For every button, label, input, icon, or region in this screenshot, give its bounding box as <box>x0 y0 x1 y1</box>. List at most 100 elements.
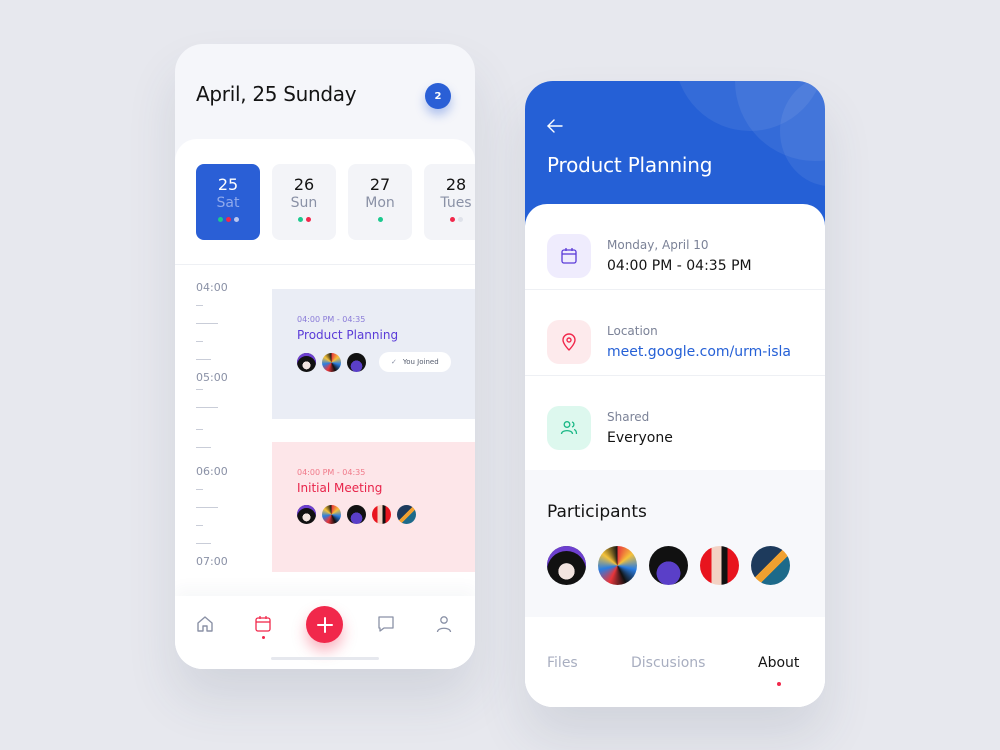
avatar <box>297 352 316 372</box>
tab-files[interactable]: Files <box>547 655 578 671</box>
notification-badge[interactable]: 2 <box>425 83 451 109</box>
plus-icon <box>316 616 333 633</box>
event-dot <box>217 217 223 222</box>
participant-avatars <box>547 546 790 585</box>
event-title: Initial Meeting <box>297 481 383 495</box>
participant-avatar[interactable] <box>547 546 586 585</box>
day-name: Mon <box>365 195 395 211</box>
day-card-25[interactable]: 25 Sat <box>196 164 260 240</box>
tick-mark <box>196 429 203 430</box>
schedule-sheet: 25 Sat 26 Sun 27 Mon 28 Tues 04:00 05:00… <box>175 139 475 669</box>
detail-tabs: Files Discusions About <box>525 617 825 707</box>
time-label: 07:00 <box>196 555 228 568</box>
event-dot <box>377 217 383 222</box>
active-indicator <box>262 636 265 639</box>
tick-mark <box>196 389 203 390</box>
event-card-product-planning[interactable]: 04:00 PM - 04:35 Product Planning ✓ You … <box>272 289 475 419</box>
tick-mark <box>196 507 218 508</box>
event-dot <box>305 217 311 222</box>
day-card-28[interactable]: 28 Tues <box>424 164 475 240</box>
divider <box>175 264 475 265</box>
time-label: 06:00 <box>196 465 228 478</box>
event-details-sheet: Monday, April 10 04:00 PM - 04:35 PM Loc… <box>525 204 825 707</box>
user-icon[interactable] <box>434 614 454 634</box>
shared-value: Everyone <box>607 430 673 446</box>
participant-avatar[interactable] <box>649 546 688 585</box>
joined-status-badge: ✓ You Joined <box>379 352 451 372</box>
event-dot <box>457 217 463 222</box>
event-title: Product Planning <box>547 153 713 177</box>
day-name: Sun <box>290 195 318 211</box>
avatar <box>347 505 366 524</box>
attendee-avatars: ✓ You Joined <box>297 352 475 372</box>
back-arrow-icon[interactable] <box>547 119 563 133</box>
day-selector: 25 Sat 26 Sun 27 Mon 28 Tues <box>196 164 475 240</box>
tick-mark <box>196 543 211 544</box>
calendar-screen: April, 25 Sunday 2 25 Sat 26 Sun 27 Mon … <box>175 44 475 669</box>
avatar <box>397 505 416 524</box>
time-label: 05:00 <box>196 371 228 384</box>
shared-label: Shared <box>607 410 650 424</box>
checkmark-icon: ✓ <box>391 358 397 366</box>
calendar-icon[interactable] <box>253 614 273 634</box>
event-dot <box>297 217 303 222</box>
date-label: Monday, April 10 <box>607 238 709 252</box>
home-indicator <box>271 657 379 660</box>
tick-mark <box>196 489 203 490</box>
tick-mark <box>196 447 211 448</box>
day-number: 28 <box>445 175 467 194</box>
participant-avatar[interactable] <box>598 546 637 585</box>
event-time: 04:00 PM - 04:35 <box>297 315 366 324</box>
tick-mark <box>196 305 203 306</box>
event-dot <box>225 217 231 222</box>
participant-avatar[interactable] <box>700 546 739 585</box>
day-card-27[interactable]: 27 Mon <box>348 164 412 240</box>
event-dots <box>297 217 311 222</box>
tab-about[interactable]: About <box>758 655 799 671</box>
event-time: 04:00 PM - 04:35 <box>297 468 366 477</box>
participants-heading: Participants <box>547 502 647 522</box>
event-card-initial-meeting[interactable]: 04:00 PM - 04:35 Initial Meeting <box>272 442 475 572</box>
tick-mark <box>196 359 211 360</box>
location-icon-tile <box>547 320 591 364</box>
event-dot <box>449 217 455 222</box>
participants-section: Participants <box>525 470 825 617</box>
attendee-avatars <box>297 505 475 524</box>
avatar <box>372 505 391 524</box>
joined-label: You Joined <box>402 358 439 366</box>
users-icon-tile <box>547 406 591 450</box>
event-dot <box>233 217 239 222</box>
tab-discussions[interactable]: Discusions <box>631 655 705 671</box>
location-row: Location meet.google.com/urm-isla <box>525 290 825 376</box>
event-dots <box>449 217 463 222</box>
avatar <box>322 352 341 372</box>
tick-mark <box>196 525 203 526</box>
participant-avatar[interactable] <box>751 546 790 585</box>
shared-row: Shared Everyone <box>525 376 825 462</box>
calendar-icon-tile <box>547 234 591 278</box>
date-time-row: Monday, April 10 04:00 PM - 04:35 PM <box>525 204 825 290</box>
day-number: 26 <box>293 175 315 194</box>
tick-mark <box>196 323 218 324</box>
day-card-26[interactable]: 26 Sun <box>272 164 336 240</box>
active-tab-indicator <box>777 682 781 686</box>
location-label: Location <box>607 324 658 338</box>
add-event-button[interactable] <box>306 606 343 643</box>
event-dots <box>377 217 383 222</box>
bottom-navigation <box>175 596 475 669</box>
event-detail-screen: Product Planning Monday, April 10 04:00 … <box>525 81 825 707</box>
avatar <box>297 505 316 524</box>
meeting-link[interactable]: meet.google.com/urm-isla <box>607 344 791 360</box>
time-label: 04:00 <box>196 281 228 294</box>
chat-icon[interactable] <box>376 614 396 634</box>
day-number: 25 <box>217 175 239 194</box>
day-name: Tues <box>440 195 472 211</box>
avatar <box>347 352 366 372</box>
time-value: 04:00 PM - 04:35 PM <box>607 258 752 274</box>
location-pin-icon <box>562 333 576 351</box>
date-heading: April, 25 Sunday <box>196 82 357 106</box>
home-icon[interactable] <box>195 614 215 634</box>
avatar <box>322 505 341 524</box>
day-number: 27 <box>369 175 391 194</box>
event-dots <box>217 217 239 222</box>
